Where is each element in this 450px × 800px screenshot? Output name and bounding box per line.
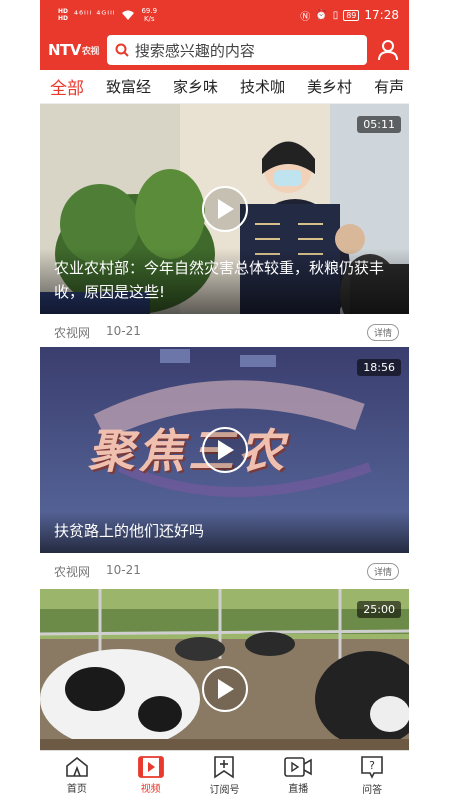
qa-icon: ? xyxy=(361,756,383,779)
video-source: 农视网 xyxy=(54,325,91,340)
video-source: 农视网 xyxy=(54,564,91,579)
detail-button[interactable]: 详情 xyxy=(366,323,399,341)
vibrate-icon: ▯ xyxy=(332,9,339,21)
hd-indicator: HD xyxy=(58,15,69,22)
bottom-navigation: 首页 视频 订阅号 直播 ? 问答 xyxy=(40,750,409,800)
play-icon xyxy=(217,679,234,700)
video-meta: 农视网 10-21 详情 xyxy=(40,314,409,350)
category-tabs: 全部 致富经 家乡味 技术咖 美乡村 有声 xyxy=(40,70,409,104)
video-title[interactable]: 扶贫路上的他们还好吗 xyxy=(40,511,409,553)
battery-indicator: 89 xyxy=(343,9,360,21)
nav-home[interactable]: 首页 xyxy=(47,756,107,795)
video-meta: 农视网 10-21 详情 xyxy=(40,553,409,589)
video-card[interactable]: 05:11 农业农村部：今年自然灾害总体较重，秋粮仍获丰收，原因是这些! 农视网… xyxy=(40,104,409,350)
user-profile-button[interactable] xyxy=(375,37,401,63)
clock: 17:28 xyxy=(364,8,399,22)
hd-indicator: HD xyxy=(58,8,69,15)
detail-button[interactable]: 详情 xyxy=(366,562,399,580)
video-title[interactable]: 农业农村部：今年自然灾害总体较重，秋粮仍获丰收，原因是这些! xyxy=(40,248,409,314)
tab-jishuka[interactable]: 技术咖 xyxy=(240,76,285,97)
svg-text:?: ? xyxy=(369,759,375,772)
network-speed: 69.9 K/s xyxy=(141,7,158,23)
play-button[interactable] xyxy=(201,186,248,232)
nav-qa[interactable]: ? 问答 xyxy=(342,755,402,796)
search-placeholder: 搜索感兴趣的内容 xyxy=(134,41,255,60)
app-header: NTV 农视 搜索感兴趣的内容 xyxy=(40,30,409,70)
app-logo: NTV 农视 xyxy=(48,41,99,59)
tab-meixiangcun[interactable]: 美乡村 xyxy=(307,76,352,97)
status-bar: HD HD ⁴⁶ᴵˡˡ ⁴ᴳᴵˡˡ 69.9 K/s Ⓝ ⏰ ▯ 89 17:2… xyxy=(40,0,409,30)
video-thumbnail[interactable]: 05:11 农业农村部：今年自然灾害总体较重，秋粮仍获丰收，原因是这些! xyxy=(40,104,409,314)
nav-subscribe[interactable]: 订阅号 xyxy=(194,755,254,796)
video-card[interactable]: 25:00 xyxy=(40,589,409,751)
nav-live[interactable]: 直播 xyxy=(268,756,328,795)
user-icon xyxy=(378,40,398,61)
tab-youshengs[interactable]: 有声 xyxy=(374,76,404,97)
nav-video[interactable]: 视频 xyxy=(121,756,181,795)
video-date: 10-21 xyxy=(106,562,141,577)
play-button[interactable] xyxy=(201,427,248,473)
app-screen: HD HD ⁴⁶ᴵˡˡ ⁴ᴳᴵˡˡ 69.9 K/s Ⓝ ⏰ ▯ 89 17:2… xyxy=(40,0,409,800)
video-date: 10-21 xyxy=(106,323,141,338)
play-icon xyxy=(217,440,234,460)
nfc-icon: Ⓝ xyxy=(300,11,311,23)
video-icon xyxy=(137,756,164,778)
wifi-icon xyxy=(122,10,135,20)
tab-zhifujing[interactable]: 致富经 xyxy=(106,76,151,97)
play-button[interactable] xyxy=(201,666,248,713)
subscribe-icon xyxy=(214,756,235,779)
video-thumbnail[interactable]: 聚焦三农 18:56 扶贫路上的他们还好吗 xyxy=(40,347,409,553)
video-card[interactable]: 聚焦三农 18:56 扶贫路上的他们还好吗 农视网 10-21 详情 xyxy=(40,347,409,589)
video-duration: 25:00 xyxy=(357,601,401,618)
video-duration: 18:56 xyxy=(357,359,401,376)
search-icon xyxy=(115,43,129,57)
signal-icon: ⁴⁶ᴵˡˡ ⁴ᴳᴵˡˡ xyxy=(74,9,116,21)
banner-text: 聚焦三农 xyxy=(88,424,288,478)
tab-jiaxiangwei[interactable]: 家乡味 xyxy=(173,76,218,97)
tab-all[interactable]: 全部 xyxy=(50,74,84,99)
live-icon xyxy=(284,757,313,777)
video-duration: 05:11 xyxy=(357,116,401,133)
home-icon xyxy=(66,756,88,777)
play-icon xyxy=(217,199,234,219)
alarm-icon: ⏰ xyxy=(315,9,328,21)
search-input[interactable]: 搜索感兴趣的内容 xyxy=(106,35,367,65)
video-thumbnail[interactable]: 25:00 xyxy=(40,589,409,751)
